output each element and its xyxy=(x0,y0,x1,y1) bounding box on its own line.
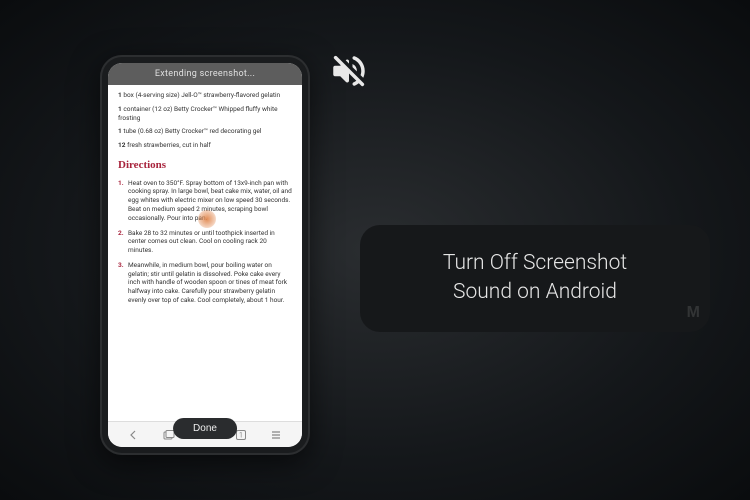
caption-box: Turn Off Screenshot Sound on Android M xyxy=(360,225,710,332)
direction-step: 3.Meanwhile, in medium bowl, pour boilin… xyxy=(118,261,292,305)
screenshot-extending-bar: Extending screenshot... xyxy=(108,63,302,85)
directions-heading: Directions xyxy=(118,158,292,173)
done-bar: Done xyxy=(173,416,237,439)
recipe-content: 1 box (4-serving size) Jell-O™ strawberr… xyxy=(108,85,302,421)
ingredient-item: 1 container (12 oz) Betty Crocker™ Whipp… xyxy=(118,105,292,123)
svg-text:1: 1 xyxy=(239,431,243,439)
back-icon[interactable] xyxy=(127,428,141,442)
watermark: M xyxy=(687,304,700,322)
done-button[interactable]: Done xyxy=(173,418,237,439)
ingredient-item: 1 box (4-serving size) Jell-O™ strawberr… xyxy=(118,91,292,100)
direction-step: 1.Heat oven to 350°F. Spray bottom of 13… xyxy=(118,179,292,223)
ingredient-item: 12 fresh strawberries, cut in half xyxy=(118,141,292,150)
phone-screen: Extending screenshot... 1 box (4-serving… xyxy=(108,63,302,447)
phone-mockup: Extending screenshot... 1 box (4-serving… xyxy=(100,55,310,455)
caption-text: Turn Off Screenshot Sound on Android xyxy=(390,249,680,308)
menu-icon[interactable] xyxy=(269,428,283,442)
ingredient-item: 1 tube (0.68 oz) Betty Crocker™ red deco… xyxy=(118,127,292,136)
volume-mute-icon xyxy=(328,50,370,92)
direction-step: 2.Bake 28 to 32 minutes or until toothpi… xyxy=(118,229,292,255)
